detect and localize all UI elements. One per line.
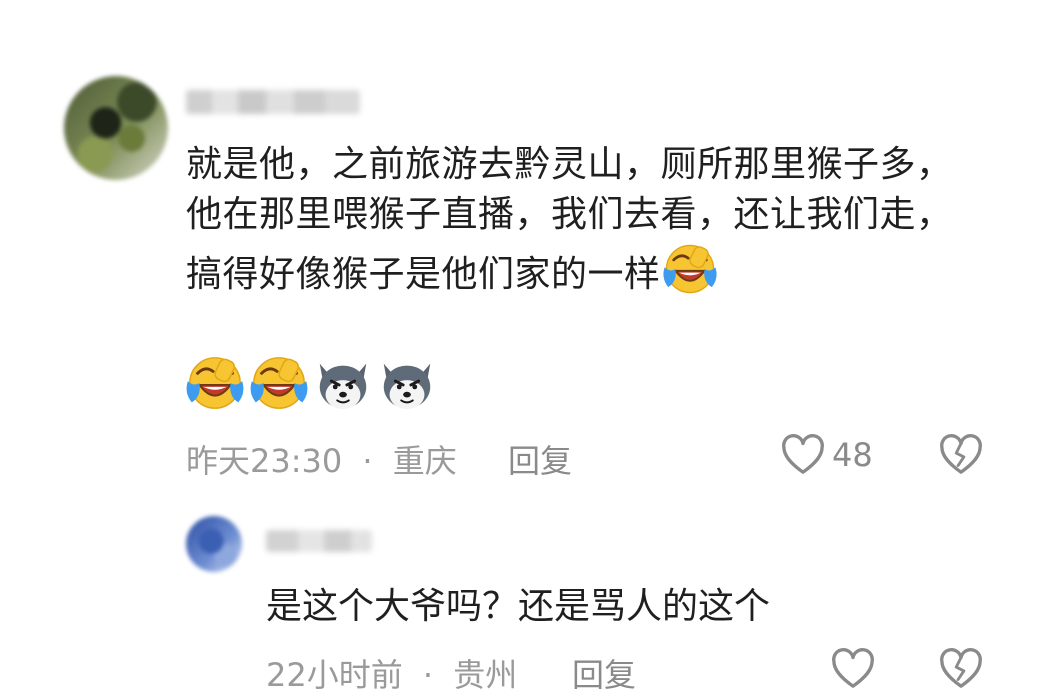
meta-separator: · xyxy=(362,442,373,480)
comment-location: 重庆 xyxy=(392,442,457,480)
reply-dislike-button[interactable] xyxy=(938,648,984,694)
commenter-avatar[interactable] xyxy=(64,76,168,180)
comment-text: 就是他，之前旅游去黔灵山，厕所那里猴子多，他在那里喂猴子直播，我们去看，还让我们… xyxy=(186,140,976,300)
husky-dog-emoji xyxy=(376,352,438,414)
heart-outline-icon xyxy=(780,434,826,476)
broken-heart-icon xyxy=(938,434,984,476)
comment-dislike-button[interactable] xyxy=(938,434,984,480)
broken-heart-icon xyxy=(938,648,984,690)
reply-meta: 22小时前 · 贵州 xyxy=(266,650,517,696)
like-count: 48 xyxy=(832,436,873,474)
laughing-crying-emoji xyxy=(248,352,310,414)
comment-reply-button[interactable]: 回复 xyxy=(508,436,572,482)
laughing-crying-emoji xyxy=(184,352,246,414)
meta-separator: · xyxy=(422,656,434,694)
comment-text-body: 就是他，之前旅游去黔灵山，厕所那里猴子多，他在那里喂猴子直播，我们去看，还让我们… xyxy=(186,144,953,295)
replier-name-blurred[interactable] xyxy=(266,530,372,552)
commenter-name-blurred[interactable] xyxy=(186,90,360,114)
comment-emoji-row xyxy=(184,352,438,416)
comment-time: 昨天23:30 xyxy=(186,442,343,480)
reply-text: 是这个大爷吗？还是骂人的这个 xyxy=(266,586,771,627)
laughing-crying-emoji xyxy=(661,240,719,298)
heart-outline-icon xyxy=(830,648,876,690)
comment-meta: 昨天23:30 · 重庆 xyxy=(186,436,457,482)
comment-like-button[interactable]: 48 xyxy=(780,434,873,476)
reply-reply-button[interactable]: 回复 xyxy=(572,650,636,696)
reply-like-button[interactable] xyxy=(830,648,876,694)
reply-location: 贵州 xyxy=(453,656,518,694)
husky-dog-emoji xyxy=(312,352,374,414)
replier-avatar[interactable] xyxy=(186,516,242,572)
reply-time: 22小时前 xyxy=(266,656,403,694)
